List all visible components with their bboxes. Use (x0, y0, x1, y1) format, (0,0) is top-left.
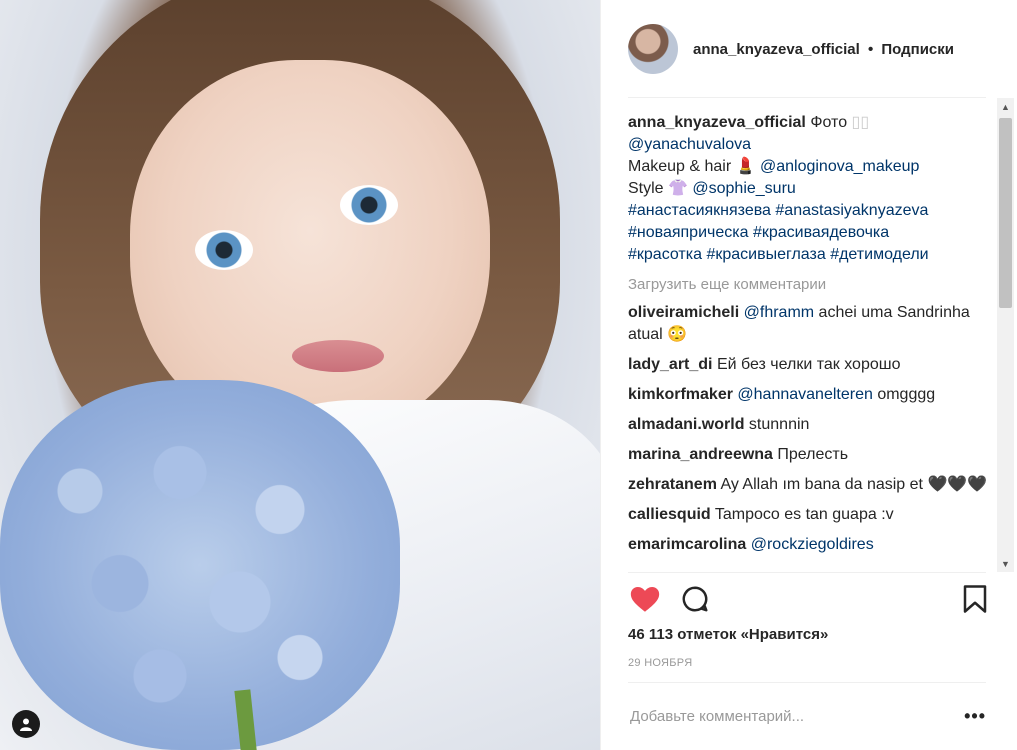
caption-style: Style 👚 (628, 180, 688, 197)
caption-text: Фото (810, 114, 848, 131)
comment-text: Tampoco es tan guapa :v (714, 506, 894, 523)
comment-username[interactable]: kimkorfmaker (628, 386, 733, 403)
comment-item: marina_andreewna Прелесть (628, 444, 988, 466)
comment-input[interactable] (628, 706, 932, 726)
photo-eye-right (340, 185, 398, 225)
scroll-up-arrow-icon[interactable]: ▲ (997, 98, 1014, 115)
caption-makeup: Makeup & hair 💄 (628, 158, 756, 175)
comments-list[interactable]: anna_knyazeva_official Фото ▯▯ @yanachuv… (628, 112, 988, 570)
post-date[interactable]: 29 НОЯБРЯ (628, 657, 692, 669)
caption-link-style[interactable]: @sophie_suru (692, 180, 795, 197)
comment-item: lady_art_di Ей без челки так хорошо (628, 354, 988, 376)
caption-hashtags-1[interactable]: #анастасиякнязева #anastasiyaknyazeva (628, 202, 928, 219)
user-tag-icon[interactable] (12, 710, 40, 738)
photo-eye-left (195, 230, 253, 270)
comment-username[interactable]: almadani.world (628, 416, 744, 433)
comment-username[interactable]: emarimcarolina (628, 536, 746, 553)
comment-text: stunnnin (748, 416, 810, 433)
action-bar (628, 582, 988, 618)
comment-mention[interactable]: @rockziegoldires (751, 536, 874, 553)
caption-link-makeup[interactable]: @anloginova_makeup (760, 158, 919, 175)
post-photo[interactable] (0, 0, 600, 750)
add-comment-bar: ••• (628, 690, 986, 742)
comment-username[interactable]: oliveiramicheli (628, 304, 739, 321)
caption-hashtags-3[interactable]: #красотка #красивыеглаза #детимодели (628, 246, 929, 263)
caption: anna_knyazeva_official Фото ▯▯ @yanachuv… (628, 112, 988, 266)
comment-icon[interactable] (680, 584, 710, 614)
comment-text: Прелесть (777, 446, 849, 463)
caption-hashtags-2[interactable]: #новаяприческа #красиваядевочка (628, 224, 889, 241)
heart-icon[interactable] (628, 582, 662, 616)
avatar[interactable] (628, 24, 678, 74)
caption-link-photographer[interactable]: @yanachuvalova (628, 136, 751, 153)
post-header: anna_knyazeva_official • Подписки (628, 23, 988, 75)
comment-text: Ay Allah ım bana da nasip et 🖤🖤🖤 (720, 476, 988, 493)
comment-username[interactable]: calliesquid (628, 506, 711, 523)
comment-mention[interactable]: @fhramm (744, 304, 814, 321)
comments-scrollbar[interactable]: ▲ ▼ (997, 98, 1014, 572)
bookmark-icon[interactable] (962, 584, 988, 614)
scrollbar-thumb[interactable] (999, 118, 1012, 308)
likes-count[interactable]: 46 113 отметок «Нравится» (628, 626, 828, 643)
photo-hydrangea (0, 380, 400, 750)
header-divider (628, 97, 986, 98)
more-options-icon[interactable]: ••• (964, 706, 986, 727)
add-comment-divider (628, 682, 986, 683)
comment-item: calliesquid Tampoco es tan guapa :v (628, 504, 988, 526)
comments-divider (628, 572, 986, 573)
comment-item: oliveiramicheli @fhramm achei uma Sandri… (628, 302, 988, 346)
comment-username[interactable]: marina_andreewna (628, 446, 773, 463)
header-text: anna_knyazeva_official • Подписки (693, 41, 954, 58)
comment-text: Ей без челки так хорошо (716, 356, 901, 373)
comment-username[interactable]: lady_art_di (628, 356, 712, 373)
comment-item: emarimcarolina @rockziegoldires (628, 534, 988, 556)
header-separator: • (867, 40, 874, 58)
follow-button[interactable]: Подписки (881, 41, 954, 58)
load-more-comments[interactable]: Загрузить еще комментарии (628, 274, 988, 296)
scroll-down-arrow-icon[interactable]: ▼ (997, 555, 1014, 572)
comment-username[interactable]: zehratanem (628, 476, 717, 493)
photo-mouth (292, 340, 384, 372)
caption-username[interactable]: anna_knyazeva_official (628, 114, 806, 131)
comment-item: almadani.world stunnnin (628, 414, 988, 436)
comment-item: zehratanem Ay Allah ım bana da nasip et … (628, 474, 988, 496)
comment-item: kimkorfmaker @hannavanelteren omgggg (628, 384, 988, 406)
comment-mention[interactable]: @hannavanelteren (737, 386, 872, 403)
header-username[interactable]: anna_knyazeva_official (693, 41, 860, 58)
comment-text: omgggg (877, 386, 936, 403)
caption-glyph: ▯▯ (851, 114, 870, 131)
